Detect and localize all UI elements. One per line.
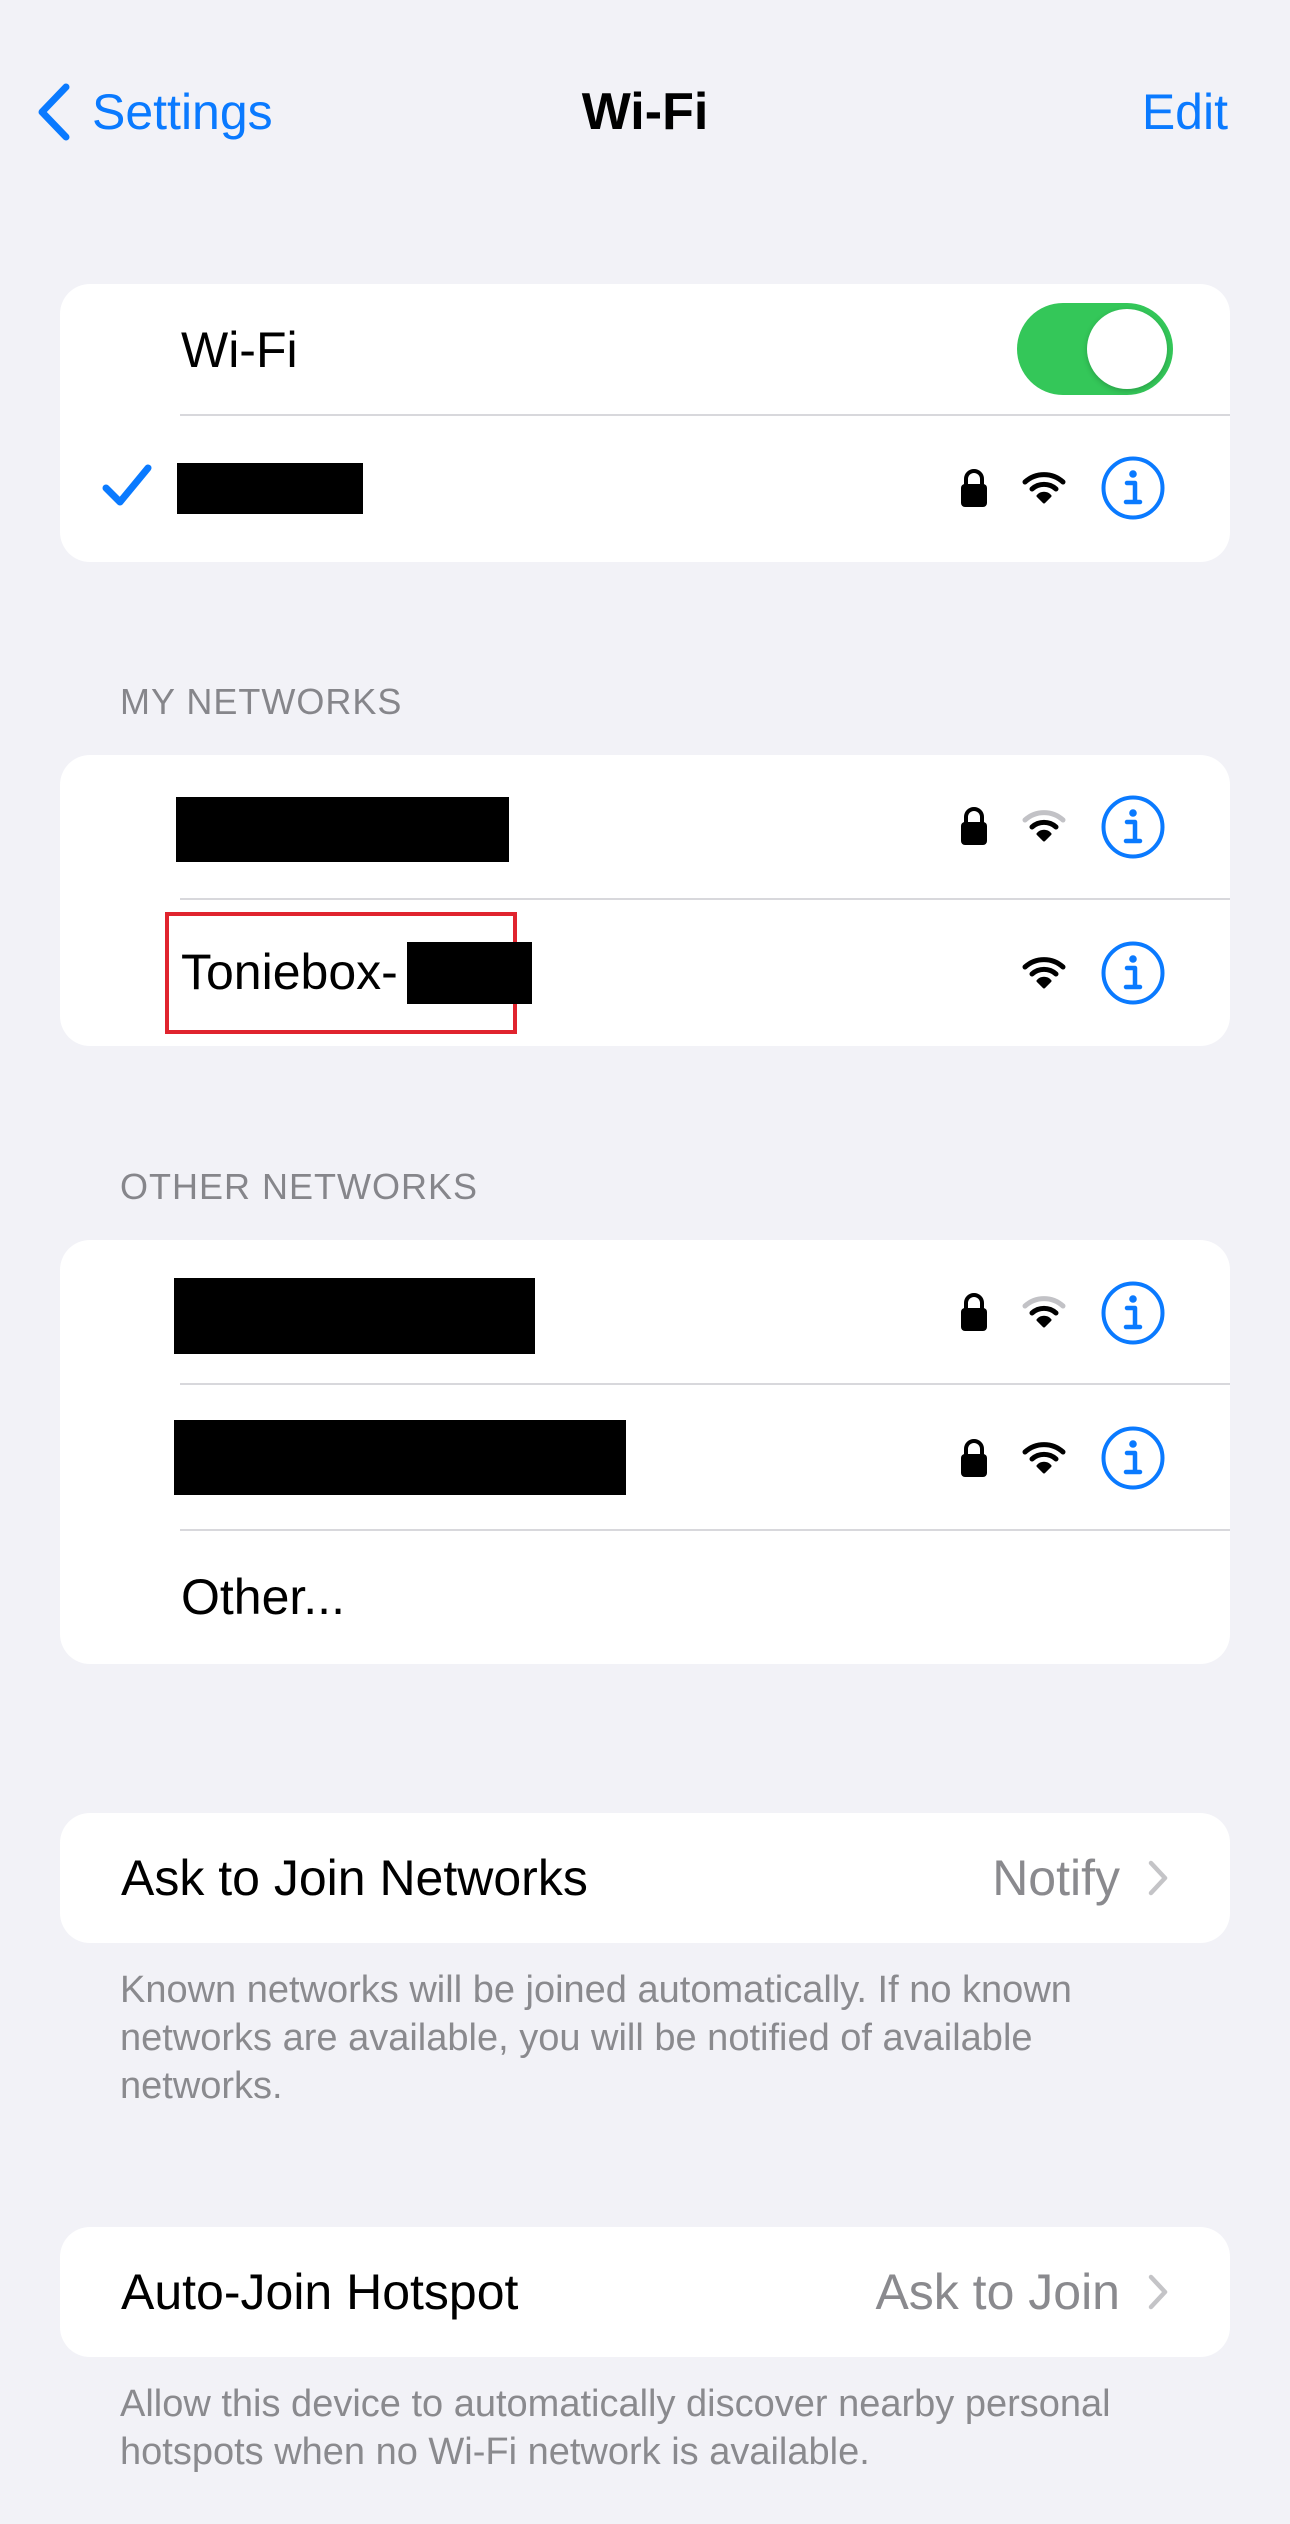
auto-join-card: Auto-Join Hotspot Ask to Join bbox=[60, 2227, 1230, 2357]
info-icon[interactable] bbox=[1100, 1280, 1166, 1346]
ask-to-join-card: Ask to Join Networks Notify bbox=[60, 1813, 1230, 1943]
other-network-label: Other... bbox=[181, 1569, 345, 1625]
lock-icon bbox=[961, 469, 987, 507]
my-networks-header: MY NETWORKS bbox=[120, 681, 403, 722]
edit-button[interactable]: Edit bbox=[1142, 82, 1228, 142]
redacted-network-name bbox=[174, 1420, 626, 1495]
info-icon[interactable] bbox=[1100, 940, 1166, 1006]
nav-bar: Settings Wi-Fi Edit bbox=[0, 0, 1290, 230]
info-icon[interactable] bbox=[1100, 794, 1166, 860]
wifi-toggle[interactable] bbox=[1017, 303, 1173, 395]
wifi-full-icon bbox=[1022, 1442, 1066, 1474]
chevron-right-icon bbox=[1148, 2274, 1168, 2310]
other-networks-card: Other... bbox=[60, 1240, 1230, 1664]
toniebox-network-name: Toniebox- bbox=[181, 944, 398, 1000]
lock-icon bbox=[961, 807, 987, 845]
info-icon[interactable] bbox=[1100, 455, 1166, 521]
wifi-full-icon bbox=[1022, 472, 1066, 504]
wifi-weak-icon bbox=[1022, 810, 1066, 842]
redacted-network-suffix bbox=[407, 942, 532, 1004]
toniebox-network-row[interactable]: Toniebox- bbox=[60, 900, 1230, 1046]
info-icon[interactable] bbox=[1100, 1425, 1166, 1491]
auto-join-value-group: Ask to Join bbox=[875, 2262, 1168, 2322]
auto-join-value: Ask to Join bbox=[875, 2264, 1120, 2320]
ask-to-join-value-group: Notify bbox=[992, 1848, 1168, 1908]
auto-join-row[interactable]: Auto-Join Hotspot Ask to Join bbox=[60, 2227, 1230, 2357]
lock-icon bbox=[961, 1439, 987, 1477]
redacted-network-name bbox=[174, 1278, 535, 1354]
checkmark-icon bbox=[102, 464, 152, 506]
network-row[interactable] bbox=[60, 1240, 1230, 1385]
ask-to-join-row[interactable]: Ask to Join Networks Notify bbox=[60, 1813, 1230, 1943]
wifi-weak-icon bbox=[1022, 1296, 1066, 1328]
network-row[interactable] bbox=[60, 755, 1230, 900]
chevron-right-icon bbox=[1148, 1860, 1168, 1896]
toggle-knob bbox=[1087, 309, 1167, 389]
wifi-toggle-label: Wi-Fi bbox=[181, 322, 298, 378]
ask-to-join-footnote: Known networks will be joined automatica… bbox=[120, 1969, 1072, 2107]
lock-icon bbox=[961, 1293, 987, 1331]
ask-to-join-value: Notify bbox=[992, 1850, 1120, 1906]
my-networks-card: Toniebox- bbox=[60, 755, 1230, 1046]
wifi-full-icon bbox=[1022, 957, 1066, 989]
redacted-network-name bbox=[176, 797, 509, 862]
other-networks-header: OTHER NETWORKS bbox=[120, 1166, 479, 1207]
wifi-toggle-row: Wi-Fi bbox=[60, 284, 1230, 416]
redacted-network-name bbox=[177, 463, 363, 514]
ask-to-join-label: Ask to Join Networks bbox=[121, 1850, 588, 1906]
wifi-card: Wi-Fi bbox=[60, 284, 1230, 562]
connected-network-row[interactable] bbox=[60, 416, 1230, 562]
auto-join-footnote: Allow this device to automatically disco… bbox=[120, 2383, 1111, 2473]
network-row[interactable] bbox=[60, 1385, 1230, 1531]
auto-join-label: Auto-Join Hotspot bbox=[121, 2264, 519, 2320]
page-title: Wi-Fi bbox=[581, 83, 709, 141]
other-network-row[interactable]: Other... bbox=[60, 1531, 1230, 1664]
